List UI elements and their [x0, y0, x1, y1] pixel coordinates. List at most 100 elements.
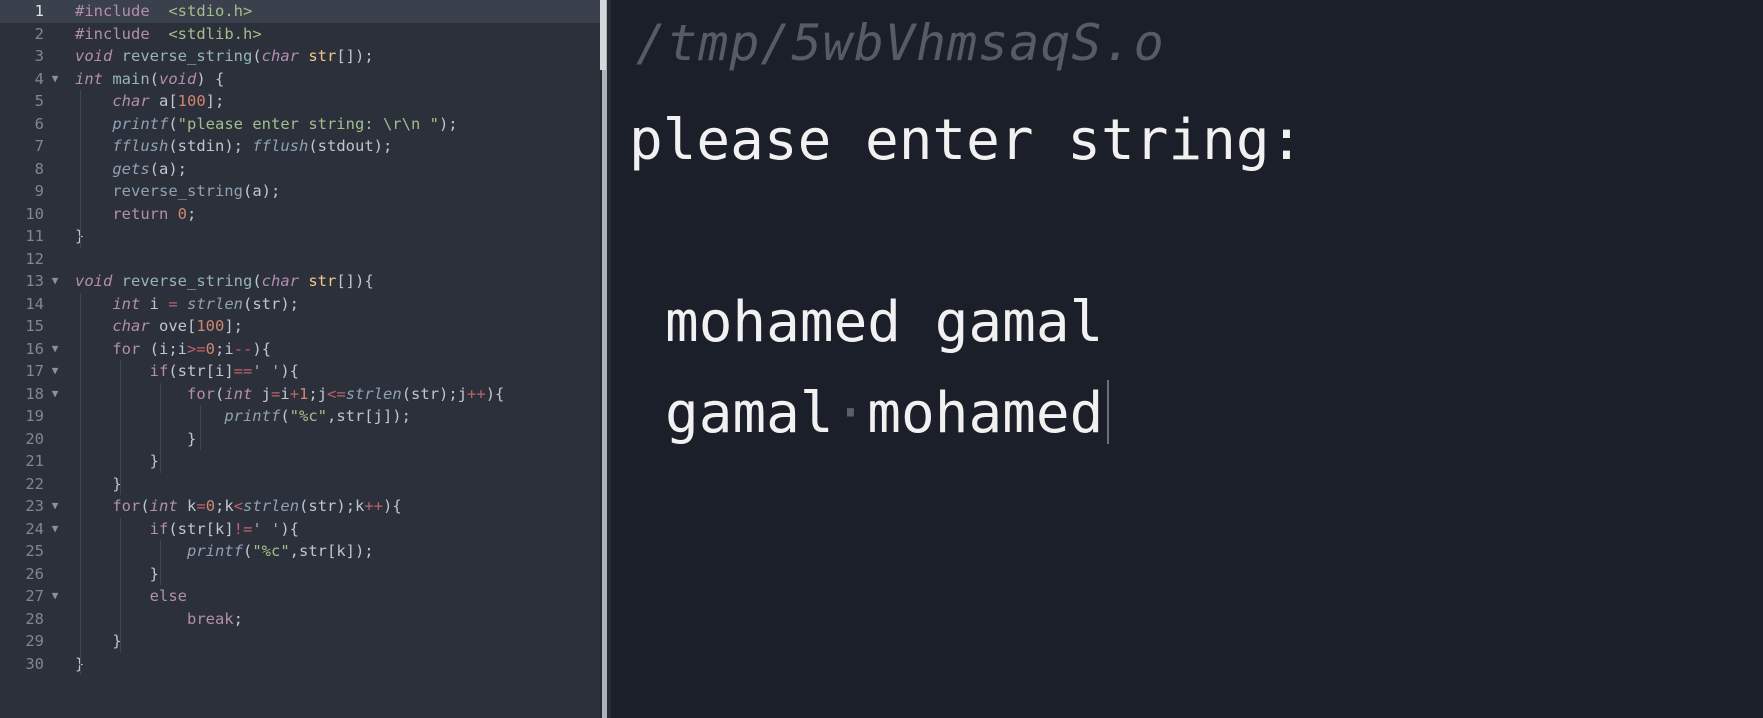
line-number: 27 [25, 587, 44, 605]
line-number: 5 [34, 92, 44, 110]
code-text: } [75, 474, 122, 493]
code-line[interactable]: 29 } [0, 630, 600, 653]
pane-scrollbar-thumb[interactable] [600, 0, 606, 70]
line-number: 22 [25, 474, 44, 493]
text-cursor [1107, 380, 1110, 444]
code-text: return 0; [112, 204, 197, 223]
line-number: 23 [25, 497, 44, 515]
code-line[interactable]: 9 reverse_string(a); [0, 180, 600, 203]
code-text: } [75, 429, 197, 448]
indent-guide [160, 540, 161, 585]
line-number: 26 [25, 564, 44, 583]
code-line[interactable]: 8 gets(a); [0, 158, 600, 181]
code-line[interactable]: 23 ▼ for(int k=0;k<strlen(str);k++){ [0, 495, 600, 518]
fold-arrow-icon[interactable]: ▼ [49, 68, 61, 91]
code-line[interactable]: 10 return 0; [0, 203, 600, 226]
fold-arrow-icon[interactable]: ▼ [49, 270, 61, 293]
fold-arrow-icon[interactable]: ▼ [49, 360, 61, 383]
code-line[interactable]: 13 ▼ void reverse_string(char str[]){ [0, 270, 600, 293]
line-number: 24 [25, 519, 44, 538]
line-number: 11 [25, 227, 44, 245]
code-line[interactable]: 18 ▼ for(int j=i+1;j<=strlen(str);j++){ [0, 383, 600, 406]
line-number: 2 [34, 24, 44, 43]
code-text: int main(void) { [75, 69, 225, 88]
line-number: 12 [25, 249, 44, 268]
indent-guide [80, 90, 81, 248]
code-line[interactable]: 24 ▼ if(str[k]!=' '){ [0, 518, 600, 541]
line-number: 30 [25, 654, 44, 673]
code-line[interactable]: 1 #include <stdio.h> [0, 0, 600, 23]
line-number: 7 [34, 137, 44, 155]
code-text: } [75, 632, 122, 650]
code-line[interactable]: 30} [0, 653, 600, 676]
code-line[interactable]: 17 ▼ if(str[i]==' '){ [0, 360, 600, 383]
whitespace-marker: · [833, 381, 868, 446]
line-number: 29 [25, 632, 44, 650]
code-text: } [75, 452, 159, 470]
fold-arrow-icon[interactable]: ▼ [49, 495, 61, 518]
code-line[interactable]: 27 ▼ else [0, 585, 600, 608]
code-text: reverse_string(a); [112, 182, 281, 200]
code-editor[interactable]: 1 #include <stdio.h> 2 #include <stdlib.h> 3… [0, 0, 600, 718]
code-text: #include <stdlib.h> [75, 24, 262, 43]
code-line[interactable]: 28 break; [0, 608, 600, 631]
line-number: 16 [25, 339, 44, 358]
code-text: void reverse_string(char str[]){ [75, 272, 374, 290]
line-number: 14 [25, 294, 44, 313]
code-line[interactable]: 20 } [0, 428, 600, 451]
code-text: else [149, 587, 187, 605]
code-text: for(int j=i+1;j<=strlen(str);j++){ [186, 384, 505, 403]
indent-guide [200, 405, 201, 450]
code-line[interactable]: 2 #include <stdlib.h> [0, 23, 600, 46]
line-number: 15 [25, 317, 44, 335]
output-word-second: mohamed [867, 381, 1104, 446]
executable-path: /tmp/5wbVhmsaqS.o [636, 14, 1165, 72]
code-text: char ove[100]; [112, 317, 243, 335]
line-number: 3 [34, 47, 44, 65]
line-number: 4 [34, 69, 44, 88]
line-number: 6 [34, 114, 44, 133]
code-line[interactable]: 12 [0, 248, 600, 271]
pane-scrollbar[interactable] [602, 0, 607, 718]
code-line[interactable]: 5 char a[100]; [0, 90, 600, 113]
line-number: 20 [25, 429, 44, 448]
code-line[interactable]: 14 int i = strlen(str); [0, 293, 600, 316]
code-line[interactable]: 7 fflush(stdin); fflush(stdout); [0, 135, 600, 158]
code-line[interactable]: 3 void reverse_string(char str[]); [0, 45, 600, 68]
code-text: int i = strlen(str); [112, 294, 300, 313]
fold-arrow-icon[interactable]: ▼ [49, 518, 61, 541]
line-number: 19 [25, 407, 44, 425]
code-text: printf("%c",str[j]); [224, 407, 411, 425]
code-line[interactable]: 22 } [0, 473, 600, 496]
code-line[interactable]: 26 } [0, 563, 600, 586]
line-number: 8 [34, 159, 44, 178]
line-number: 18 [25, 384, 44, 403]
code-line[interactable]: 21 } [0, 450, 600, 473]
line-number: 21 [25, 452, 44, 470]
line-number: 28 [25, 609, 44, 628]
code-text: void reverse_string(char str[]); [75, 47, 374, 65]
fold-arrow-icon[interactable]: ▼ [49, 383, 61, 406]
output-word-first: gamal [665, 381, 834, 446]
code-line[interactable]: 16 ▼ for (i;i>=0;i--){ [0, 338, 600, 361]
code-line[interactable]: 4 ▼ int main(void) { [0, 68, 600, 91]
code-text: if(str[i]==' '){ [149, 362, 299, 380]
indent-guide [120, 360, 121, 495]
code-text: printf("please enter string: \r\n "); [112, 114, 458, 133]
code-text: for (i;i>=0;i--){ [112, 339, 272, 358]
code-line[interactable]: 15 char ove[100]; [0, 315, 600, 338]
code-text: fflush(stdin); fflush(stdout); [112, 137, 393, 155]
indent-guide [80, 292, 81, 675]
output-terminal[interactable]: /tmp/5wbVhmsaqS.o please enter string: m… [611, 0, 1763, 718]
code-line[interactable]: 25 printf("%c",str[k]); [0, 540, 600, 563]
code-line[interactable]: 11} [0, 225, 600, 248]
line-number: 1 [34, 2, 44, 20]
line-number: 13 [25, 272, 44, 290]
fold-arrow-icon[interactable]: ▼ [49, 585, 61, 608]
fold-arrow-icon[interactable]: ▼ [49, 338, 61, 361]
code-line[interactable]: 6 printf("please enter string: \r\n "); [0, 113, 600, 136]
code-text: break; [186, 609, 243, 628]
code-line[interactable]: 19 printf("%c",str[j]); [0, 405, 600, 428]
line-number: 9 [34, 182, 44, 200]
program-output[interactable]: gamal·mohamed [665, 380, 1110, 446]
